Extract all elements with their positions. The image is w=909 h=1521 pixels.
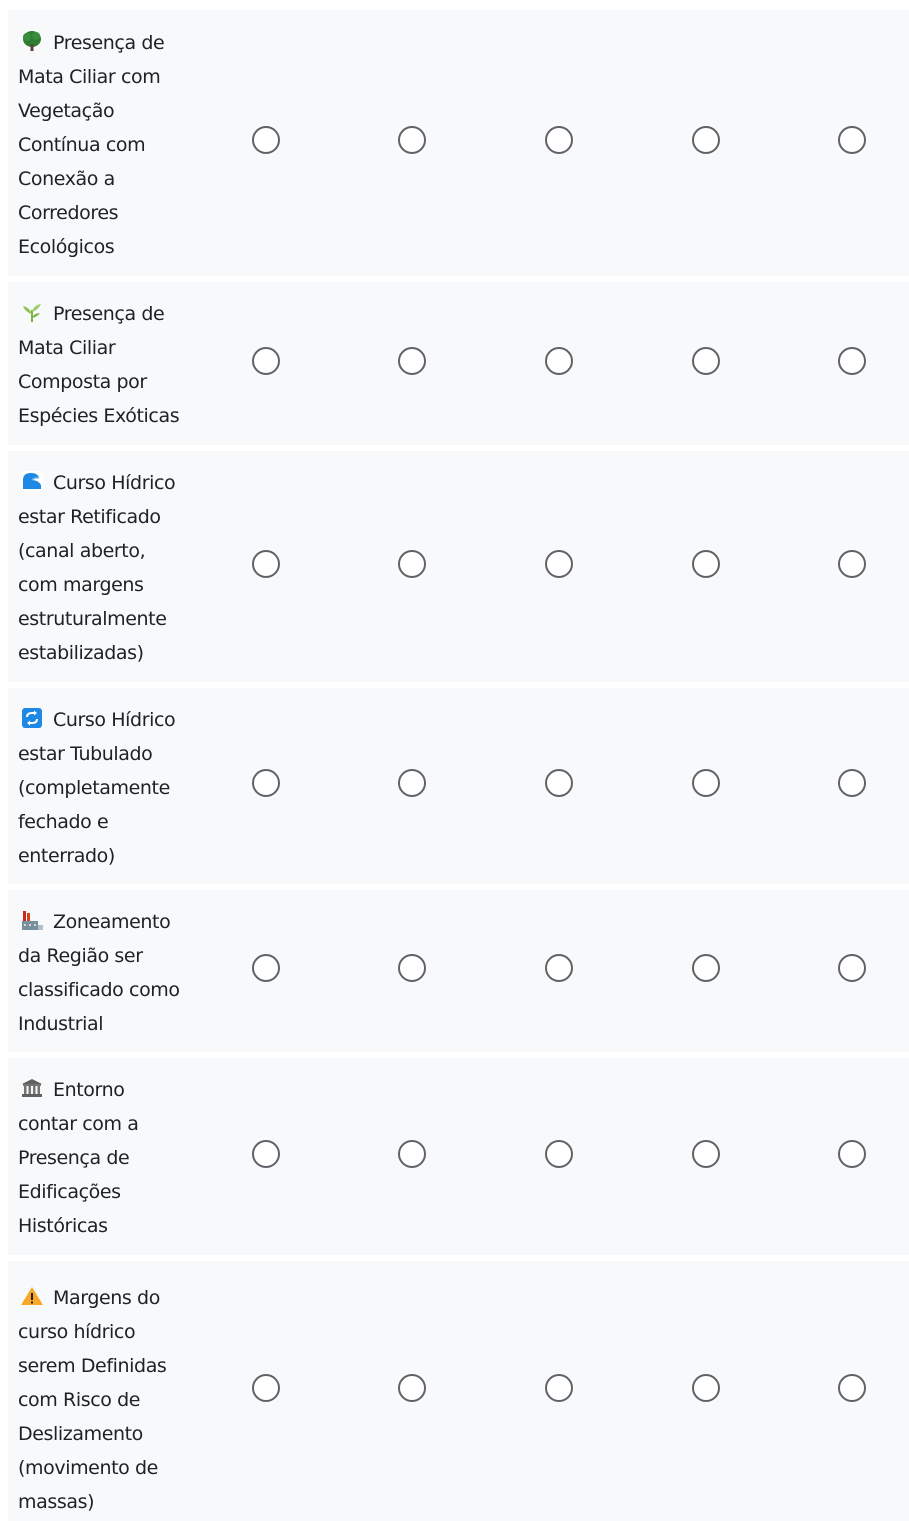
water-wave-icon — [20, 471, 44, 491]
radio-option-4[interactable] — [692, 1139, 720, 1168]
row-label-text: Curso Hídrico estar Tubulado (completame… — [18, 708, 176, 867]
grid-row-edificacoes-historicas: Entorno contar com a Presença de Edifica… — [8, 1058, 909, 1255]
radio-option-3[interactable] — [545, 1139, 573, 1168]
factory-icon — [20, 910, 44, 930]
radio-option-4[interactable] — [692, 1374, 720, 1402]
radio-option-1[interactable] — [252, 1139, 280, 1168]
radio-option-1[interactable] — [252, 1374, 280, 1402]
row-label-text: Margens do curso hídrico serem Definidas… — [18, 1286, 167, 1513]
radio-option-5[interactable] — [838, 346, 866, 375]
warning-icon — [20, 1286, 44, 1306]
grid-row-curso-tubulado: Curso Hídrico estar Tubulado (completame… — [8, 688, 909, 884]
radio-option-5[interactable] — [838, 954, 866, 982]
radio-option-1[interactable] — [252, 769, 280, 797]
radio-option-5[interactable] — [838, 1374, 866, 1402]
radio-option-2[interactable] — [398, 954, 426, 982]
radio-option-3[interactable] — [545, 549, 573, 578]
grid-row-mata-ciliar-continua: Presença de Mata Ciliar com Vegetação Co… — [8, 10, 909, 276]
radio-option-1[interactable] — [252, 549, 280, 578]
row-label: Margens do curso hídrico serem Definidas… — [18, 1281, 188, 1519]
radio-option-3[interactable] — [545, 346, 573, 375]
radio-option-3[interactable] — [545, 769, 573, 797]
grid-row-curso-retificado: Curso Hídrico estar Retificado (canal ab… — [8, 451, 909, 682]
deciduous-tree-icon — [20, 30, 44, 51]
row-label: Zoneamento da Região ser classificado co… — [18, 905, 188, 1041]
radio-option-3[interactable] — [545, 126, 573, 154]
radio-option-4[interactable] — [692, 126, 720, 154]
radio-option-5[interactable] — [838, 126, 866, 154]
row-label: Curso Hídrico estar Retificado (canal ab… — [18, 466, 188, 670]
radio-option-3[interactable] — [545, 1374, 573, 1402]
radio-option-5[interactable] — [838, 769, 866, 797]
radio-option-4[interactable] — [692, 954, 720, 982]
grid-row-mata-ciliar-exoticas: Presença de Mata Ciliar Composta por Esp… — [8, 282, 909, 445]
radio-option-1[interactable] — [252, 954, 280, 982]
row-label-text: Curso Hídrico estar Retificado (canal ab… — [18, 472, 176, 664]
radio-option-2[interactable] — [398, 346, 426, 375]
radio-option-2[interactable] — [398, 769, 426, 797]
radio-option-5[interactable] — [838, 549, 866, 578]
radio-option-1[interactable] — [252, 126, 280, 154]
row-label: Curso Hídrico estar Tubulado (completame… — [18, 703, 188, 873]
radio-option-2[interactable] — [398, 549, 426, 578]
arrows-loop-icon — [20, 707, 44, 728]
radio-option-2[interactable] — [398, 1139, 426, 1168]
grid-row-zoneamento-industrial: Zoneamento da Região ser classificado co… — [8, 890, 909, 1052]
classical-building-icon — [20, 1078, 44, 1098]
radio-option-5[interactable] — [838, 1139, 866, 1168]
radio-option-4[interactable] — [692, 346, 720, 375]
radio-option-2[interactable] — [398, 1374, 426, 1402]
herb-icon — [20, 302, 44, 322]
row-label-text: Entorno contar com a Presença de Edifica… — [18, 1079, 139, 1237]
row-label: Presença de Mata Ciliar com Vegetação Co… — [18, 26, 188, 264]
radio-option-2[interactable] — [398, 126, 426, 154]
radio-option-3[interactable] — [545, 954, 573, 982]
row-label-text: Presença de Mata Ciliar com Vegetação Co… — [18, 31, 165, 258]
multiple-choice-grid: Presença de Mata Ciliar com Vegetação Co… — [8, 10, 909, 1521]
radio-option-1[interactable] — [252, 346, 280, 375]
row-label: Presença de Mata Ciliar Composta por Esp… — [18, 297, 188, 433]
radio-option-4[interactable] — [692, 769, 720, 797]
row-label: Entorno contar com a Presença de Edifica… — [18, 1073, 188, 1243]
grid-row-risco-deslizamento: Margens do curso hídrico serem Definidas… — [8, 1261, 909, 1521]
radio-option-4[interactable] — [692, 549, 720, 578]
